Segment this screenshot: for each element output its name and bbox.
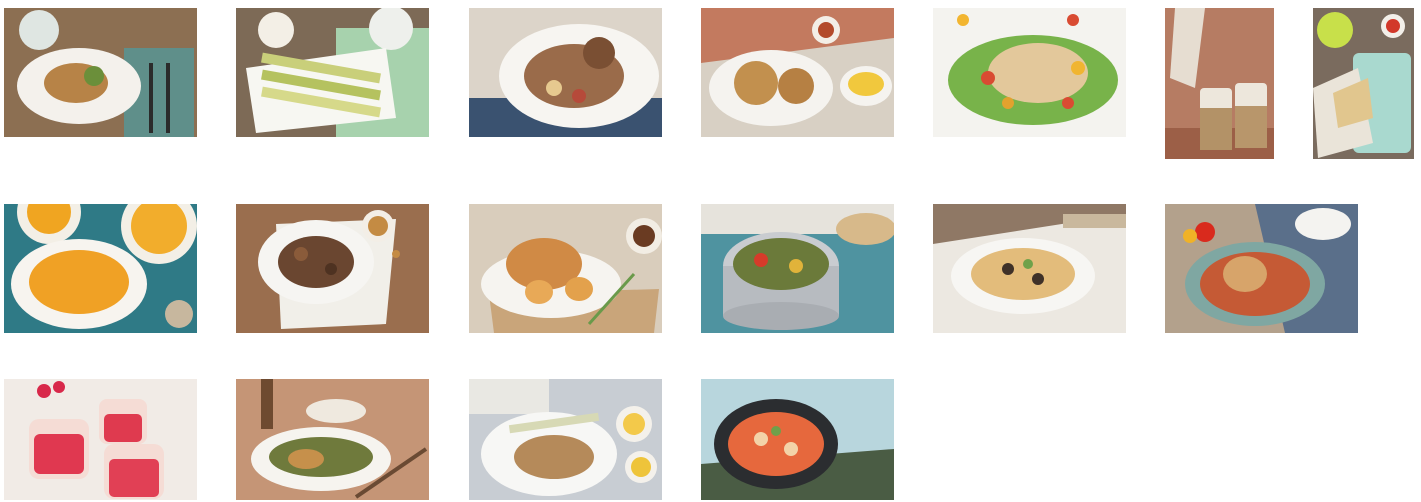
gallery-image-12[interactable] (933, 204, 1126, 333)
gallery-image-16[interactable] (469, 379, 662, 500)
gallery-image-13[interactable] (1165, 204, 1358, 333)
gallery-image-15[interactable] (236, 379, 429, 500)
gallery-image-14[interactable] (4, 379, 197, 500)
gallery-image-1[interactable] (4, 8, 197, 137)
gallery-image-8[interactable] (4, 204, 197, 333)
gallery-image-6[interactable] (1165, 8, 1274, 159)
gallery-image-17[interactable] (701, 379, 894, 500)
gallery-image-7[interactable] (1313, 8, 1414, 159)
gallery-image-4[interactable] (701, 8, 894, 137)
gallery-image-3[interactable] (469, 8, 662, 137)
gallery-image-9[interactable] (236, 204, 429, 333)
gallery-image-2[interactable] (236, 8, 429, 137)
gallery-image-5[interactable] (933, 8, 1126, 137)
gallery-image-10[interactable] (469, 204, 662, 333)
gallery-image-11[interactable] (701, 204, 894, 333)
